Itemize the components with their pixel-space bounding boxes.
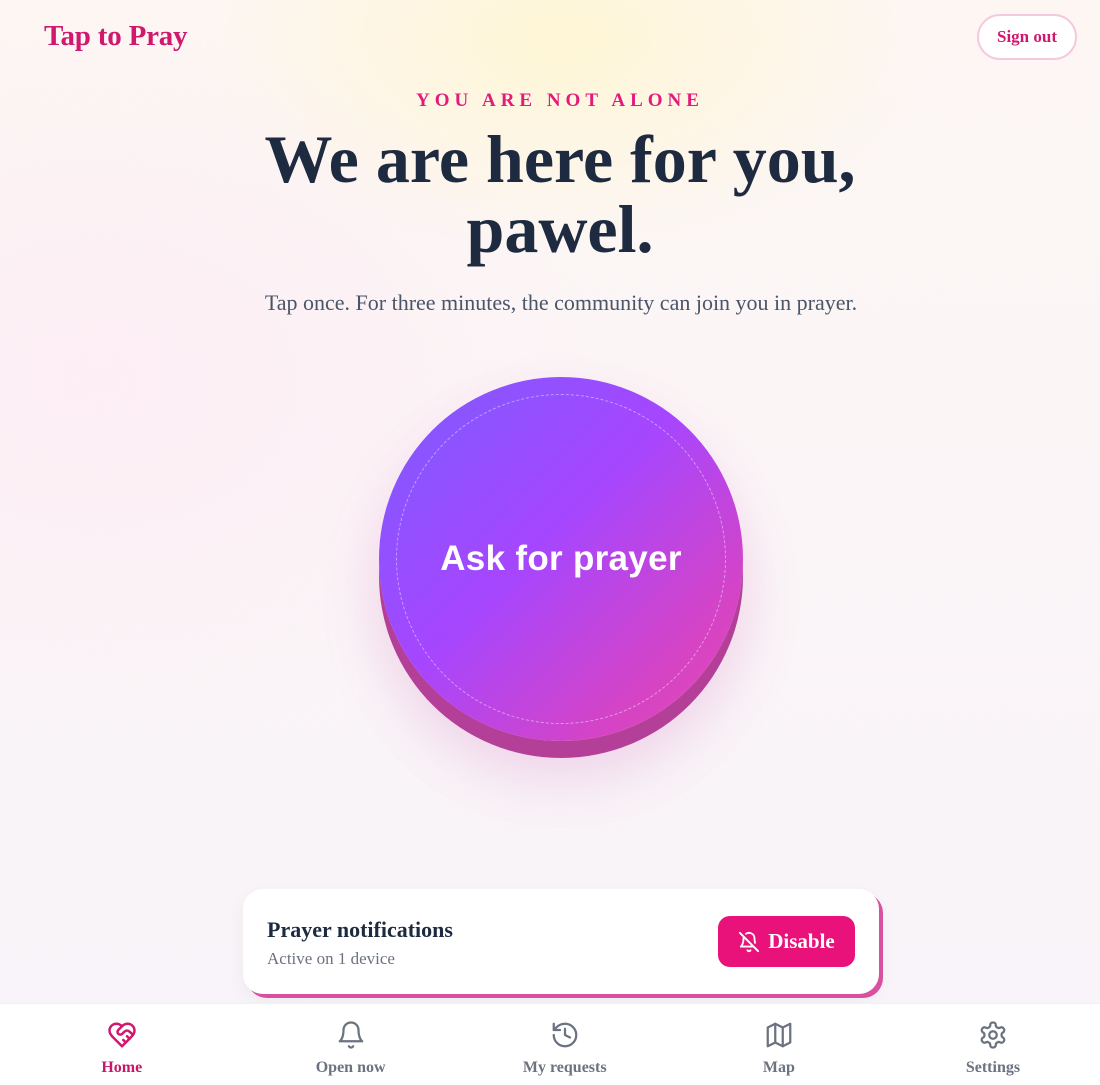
headline-line-1: We are here for you, (264, 121, 856, 197)
history-icon (552, 1022, 578, 1048)
tab-my-requests-label: My requests (522, 1059, 607, 1076)
tab-settings[interactable]: Settings (886, 1004, 1100, 1085)
tab-my-requests[interactable]: My requests (458, 1004, 672, 1085)
app-logo-title: Tap to Pray (44, 20, 188, 52)
disable-button-label: Disable (768, 929, 835, 953)
hero-subtitle: Tap once. For three minutes, the communi… (264, 290, 858, 315)
disable-notifications-button[interactable]: Disable (718, 916, 855, 967)
ask-for-prayer-button[interactable]: Ask for prayer (379, 377, 743, 741)
hero-eyebrow: YOU ARE NOT ALONE (416, 90, 704, 111)
tab-open-now[interactable]: Open now (244, 1004, 458, 1085)
tab-map[interactable]: Map (672, 1004, 886, 1085)
prayer-notifications-card: Prayer notifications Active on 1 device … (243, 889, 879, 994)
sign-out-button[interactable]: Sign out (977, 14, 1077, 60)
prayer-button-label: Ask for prayer (440, 539, 682, 578)
tab-map-label: Map (762, 1059, 795, 1076)
tab-home-label: Home (101, 1059, 143, 1076)
map-icon (766, 1022, 792, 1048)
bottom-tab-bar: Home Open now My requests Map Settings (0, 1003, 1100, 1085)
tab-home[interactable]: Home (0, 1004, 244, 1085)
tab-settings-label: Settings (965, 1059, 1021, 1076)
bell-off-icon (739, 931, 760, 952)
notifications-status: Active on 1 device (267, 949, 395, 968)
gear-icon (980, 1021, 1006, 1049)
notifications-title: Prayer notifications (267, 917, 453, 942)
heart-handshake-icon (108, 1022, 136, 1048)
tab-open-now-label: Open now (315, 1059, 386, 1076)
hero-headline: We are here for you, pawel. (150, 124, 970, 264)
bell-icon (338, 1021, 363, 1049)
headline-line-2: pawel. (466, 191, 654, 267)
